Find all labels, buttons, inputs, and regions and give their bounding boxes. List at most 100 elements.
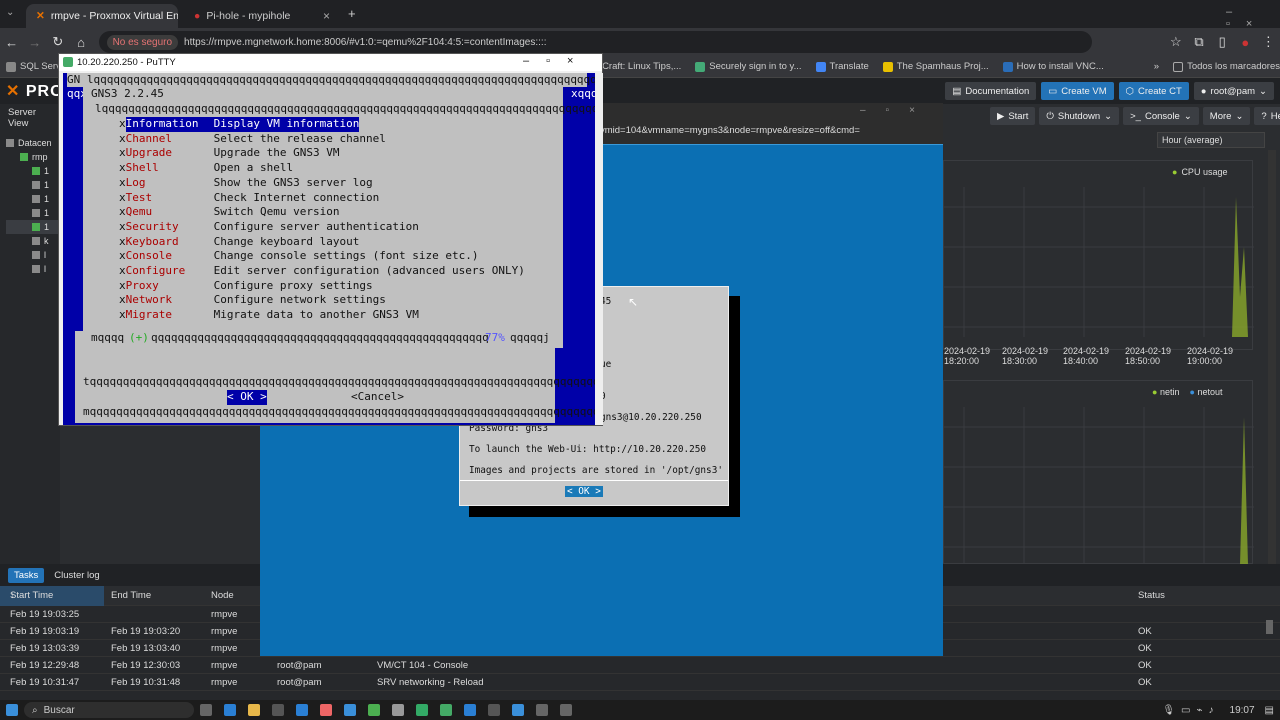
menu-item-configure[interactable]: x Configure Edit server configuration (ad… [119,264,525,279]
file-explorer-icon[interactable] [248,704,260,716]
ok-button[interactable]: < OK > [565,486,603,497]
tree-item-vm[interactable]: 1 [6,164,60,178]
timeframe-select[interactable]: Hour (average) [1157,132,1265,148]
clock[interactable]: 19:07 [1230,705,1255,716]
windows-start-icon[interactable] [6,704,18,716]
tree-item-datacenter[interactable]: Datacen [6,136,60,150]
extensions-icon[interactable]: ⧉ [1187,34,1210,50]
shutdown-button[interactable]: ⏻ Shutdown ⌄ [1039,107,1120,125]
menu-item-upgrade[interactable]: x Upgrade Upgrade the GNS3 VM [119,146,339,161]
column-node[interactable]: Node [211,590,234,601]
search-box[interactable]: ⌕ Buscar [24,702,194,718]
putty-cancel-button[interactable]: <Cancel> [351,390,404,405]
column-end-time[interactable]: End Time [111,590,151,601]
task-row[interactable]: Feb 19 10:31:47 Feb 19 10:31:48 rmpve root@… [0,674,1280,691]
star-icon[interactable]: ☆ [1164,34,1187,50]
column-start-time[interactable]: Start Time ↓ [0,585,104,606]
app-icon[interactable] [344,704,356,716]
menu-item-log[interactable]: x Log Show the GNS3 server log [119,176,373,191]
more-button[interactable]: More ⌄ [1202,107,1251,125]
tree-item-storage[interactable]: l [6,248,60,262]
terminal[interactable]: GN lqqqqqqqqqqqqqqqqqqqqqqqqqqqqqqqqqqqq… [63,73,595,425]
menu-icon[interactable]: ⋮ [1257,34,1280,50]
tree-item-storage[interactable]: l [6,262,60,276]
create-ct-button[interactable]: ⬡ Create CT [1118,82,1189,100]
putty-icon[interactable] [440,704,452,716]
menu-item-test[interactable]: x Test Check Internet connection [119,191,379,206]
reload-icon[interactable]: ↻ [46,34,69,50]
close-icon[interactable]: × [323,9,330,23]
app-icon[interactable] [560,704,572,716]
chevron-right-icon[interactable]: » [1154,61,1159,72]
tree-item-vm[interactable]: 1 [6,206,60,220]
task-row[interactable]: Feb 19 12:29:48 Feb 19 12:30:03 rmpve root@… [0,657,1280,674]
back-icon[interactable]: ← [0,35,23,50]
app-icon[interactable] [416,704,428,716]
firefox-icon[interactable] [320,704,332,716]
menu-item-proxy[interactable]: x Proxy Configure proxy settings [119,279,373,294]
app-icon[interactable] [512,704,524,716]
tab-proxmox[interactable]: ✕ rmpve - Proxmox Virtual Enviro × [26,4,178,28]
menu-item-console[interactable]: x Console Change console settings (font s… [119,249,479,264]
forward-icon[interactable]: → [23,35,46,50]
app-icon[interactable] [392,704,404,716]
menu-item-migrate[interactable]: x Migrate Migrate data to another GNS3 VM [119,308,419,323]
window-controls[interactable]: –▫× [1226,6,1280,30]
tree-item-vm-selected[interactable]: 1 [6,220,60,234]
taskview-icon[interactable] [200,704,212,716]
menu-item-shell[interactable]: x Shell Open a shell [119,161,293,176]
user-menu-button[interactable]: ● root@pam ⌄ [1193,82,1274,100]
cpu-legend[interactable]: ● CPU usage [1172,167,1227,177]
console-button[interactable]: >_ Console ⌄ [1123,107,1199,125]
url-input[interactable]: No es seguro https://rmpve.mgnetwork.hom… [98,31,1093,53]
legend-netout[interactable]: ● netout [1189,387,1222,397]
scrollbar[interactable] [595,73,603,425]
mail-icon[interactable] [296,704,308,716]
scrollbar[interactable] [1266,620,1273,634]
home-icon[interactable]: ⌂ [69,35,92,50]
all-bookmarks[interactable]: Todos los marcadores [1173,61,1280,72]
new-tab-button[interactable]: + [348,6,356,21]
tab-search-icon[interactable]: ⌄ [6,7,14,18]
server-view-label[interactable]: Server View [0,104,60,132]
profile-icon[interactable]: ● [1234,35,1257,50]
tree-item-vm[interactable]: 1 [6,192,60,206]
tab-cluster-log[interactable]: Cluster log [54,570,99,581]
bookmark-item[interactable]: Securely sign in to y... [695,61,802,72]
putty-ok-button[interactable]: < OK > [227,390,267,405]
app-icon[interactable] [536,704,548,716]
create-vm-button[interactable]: ▭ Create VM [1041,82,1114,100]
app-icon[interactable] [464,704,476,716]
tab-pihole[interactable]: ● Pi-hole - mypihole × [184,4,340,28]
window-controls[interactable]: –▫× [523,55,590,67]
menu-item-network[interactable]: x Network Configure network settings [119,293,386,308]
tree-item-sdn[interactable]: k [6,234,60,248]
notification-icon[interactable]: ▤ [1265,705,1274,716]
tree-item-node[interactable]: rmp [6,150,60,164]
chrome-icon[interactable] [368,704,380,716]
start-button[interactable]: ▶ Start [990,107,1036,125]
sidebar-icon[interactable]: ▯ [1211,34,1234,50]
tray-icons[interactable]: 🎙▭⌁♪ [1162,705,1219,716]
menu-item-keyboard[interactable]: x Keyboard Change keyboard layout [119,235,359,250]
bookmark-item[interactable]: Translate [815,61,869,72]
store-icon[interactable] [272,704,284,716]
scrollbar[interactable] [1268,150,1276,564]
bookmark-item[interactable]: The Spamhaus Proj... [882,61,989,72]
menu-item-security[interactable]: x Security Configure server authenticatio… [119,220,419,235]
tree-item-vm[interactable]: 1 [6,178,60,192]
menu-item-channel[interactable]: x Channel Select the release channel [119,132,386,147]
bookmark-item[interactable]: How to install VNC... [1002,61,1104,72]
app-icon[interactable] [488,704,500,716]
edge-icon[interactable] [224,704,236,716]
menu-item-qemu[interactable]: x Qemu Switch Qemu version [119,205,339,220]
window-controls[interactable]: –▫× [860,105,935,116]
documentation-button[interactable]: ▤ Documentation [945,82,1037,100]
security-badge[interactable]: No es seguro [106,34,179,50]
column-status[interactable]: Status [1138,590,1165,601]
legend-netin[interactable]: ● netin [1152,387,1179,397]
help-button[interactable]: ?Help [1254,107,1280,125]
menu-item-information[interactable]: x Information Display VM information [119,117,360,132]
tab-tasks[interactable]: Tasks [8,567,45,583]
task-node: rmpve [211,625,238,637]
